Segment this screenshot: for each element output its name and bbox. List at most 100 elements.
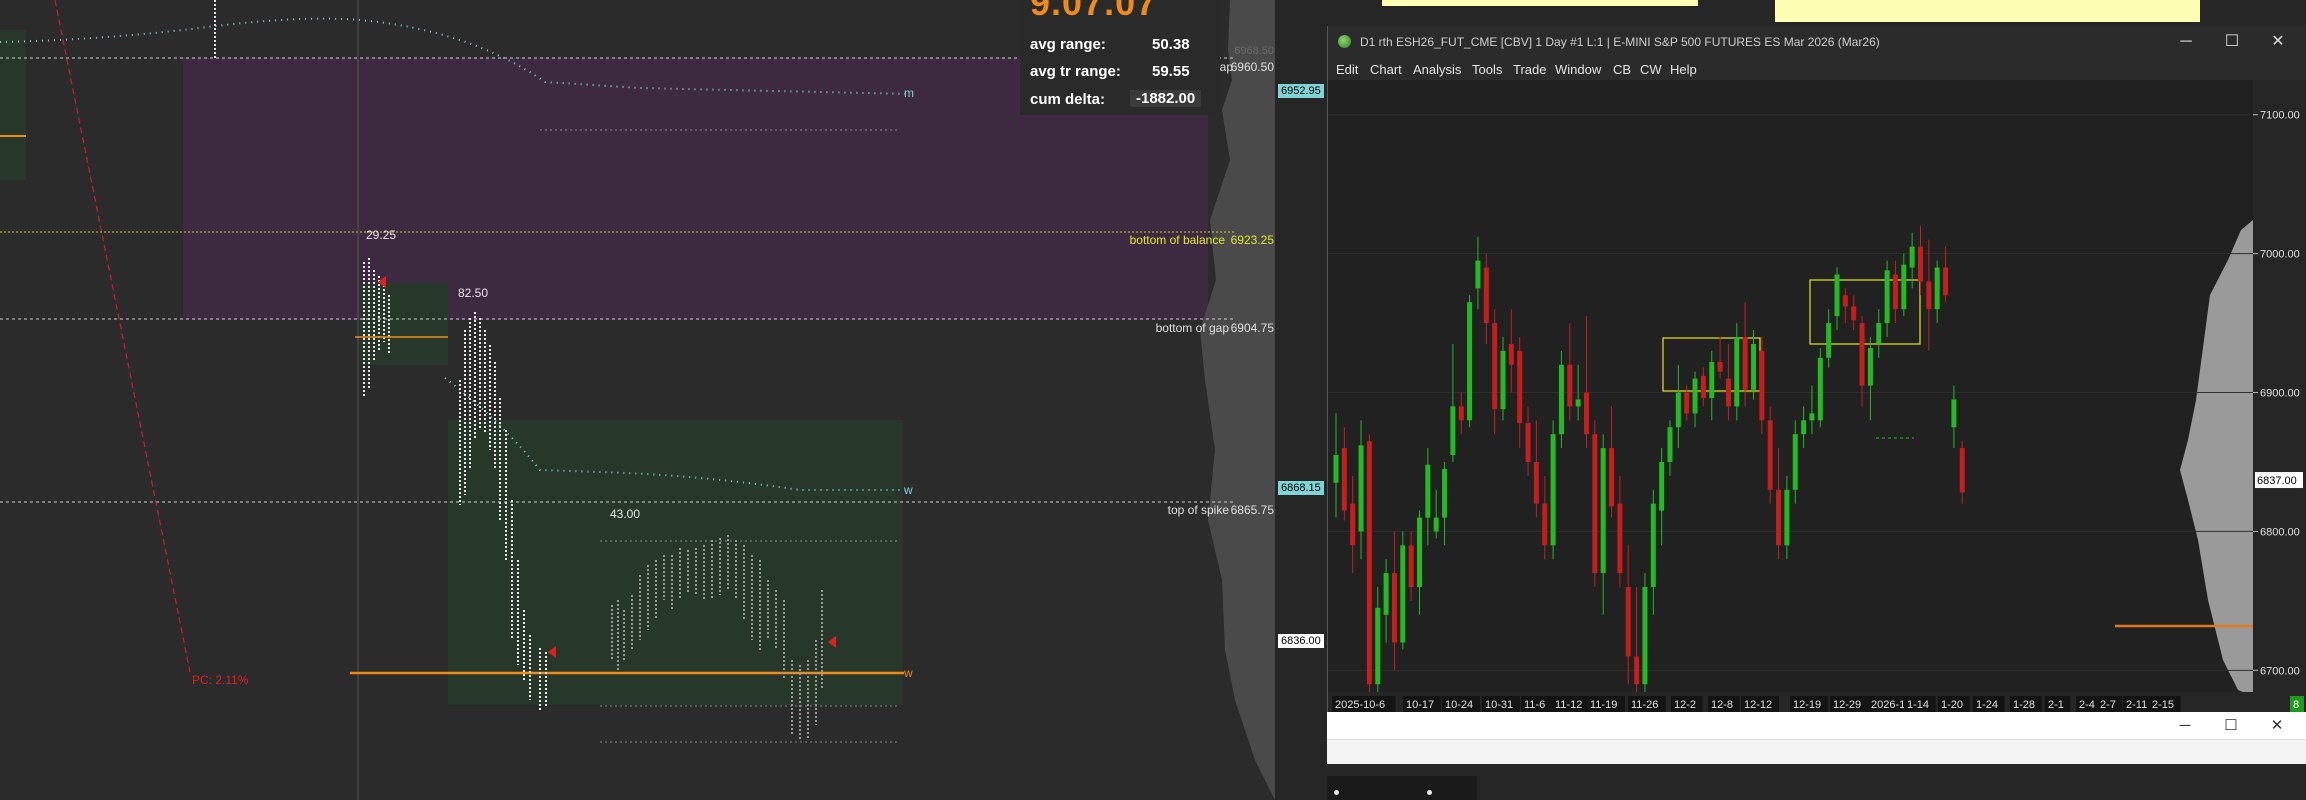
range-label-2: 82.50 <box>458 286 488 300</box>
avg-range-label: avg range: <box>1030 36 1106 53</box>
avg-tr-range-value: 59.55 <box>1152 63 1190 80</box>
y-tick-label: 7100.00 <box>2260 110 2300 122</box>
menu-cb[interactable]: CB <box>1613 62 1631 77</box>
bottom-of-balance-value: 6923.25 <box>1231 233 1275 247</box>
candle-body <box>1684 392 1690 414</box>
candle-body <box>1901 264 1907 310</box>
candle-body <box>1959 448 1965 493</box>
menu-chart[interactable]: Chart <box>1370 62 1402 77</box>
candle-body <box>1909 246 1915 268</box>
candle-body <box>1943 267 1949 296</box>
secondary-maximize-button[interactable]: ☐ <box>2211 714 2251 738</box>
x-tick-label: 11-19 <box>1590 699 1617 711</box>
daily-chart-window[interactable]: D1 rth ESH26_FUT_CME [CBV] 1 Day #1 L:1 … <box>1327 26 2306 716</box>
menu-edit[interactable]: Edit <box>1336 62 1358 77</box>
candle-body <box>1366 441 1372 685</box>
candle-body <box>1884 270 1890 324</box>
price-tag-3: 6836.00 <box>1278 634 1324 648</box>
candle-body <box>1525 423 1531 462</box>
candle-body <box>1934 267 1940 310</box>
yellow-panel-2 <box>1775 0 2200 22</box>
menu-window[interactable]: Window <box>1555 62 1601 77</box>
range-label-1: 29.25 <box>366 228 396 242</box>
x-tick-label: 1-20 <box>1941 699 1963 711</box>
maximize-button[interactable]: ☐ <box>2212 30 2252 54</box>
window-title: D1 rth ESH26_FUT_CME [CBV] 1 Day #1 L:1 … <box>1360 35 1880 49</box>
cum-delta-value: -1882.00 <box>1130 90 1202 107</box>
top-of-spike-label: top of spike <box>1168 503 1230 517</box>
menu-bar: Edit Chart Analysis Tools Trade Window C… <box>1328 58 2306 80</box>
menu-trade[interactable]: Trade <box>1513 62 1546 77</box>
m-marker: m <box>904 86 914 100</box>
task-dot-1[interactable] <box>1334 790 1339 795</box>
candle-body <box>1742 336 1748 390</box>
menu-help[interactable]: Help <box>1670 62 1697 77</box>
candle-body <box>1801 420 1807 435</box>
candle-body <box>1584 392 1589 435</box>
menu-analysis[interactable]: Analysis <box>1413 62 1461 77</box>
menu-tools[interactable]: Tools <box>1472 62 1502 77</box>
candle-body <box>1834 274 1840 317</box>
daily-chart-svg: 7100.00 7000.00 6900.00 6800.00 6700.00 6837.… <box>1328 80 2306 716</box>
candle-body <box>1625 586 1631 657</box>
plot-background <box>1328 80 2253 716</box>
candle-body <box>1784 489 1790 546</box>
x-tick-label: 12-12 <box>1744 699 1772 711</box>
close-button[interactable]: ✕ <box>2258 30 2298 54</box>
stats-panel: 9.07.07 avg range: 50.38 avg tr range: 5… <box>1020 0 1220 115</box>
candle-body <box>1558 364 1564 435</box>
candle-body <box>1483 267 1489 324</box>
clock-partial: 9.07.07 <box>1030 0 1158 23</box>
candle-body <box>1817 357 1823 421</box>
candle-body <box>1575 399 1581 407</box>
candle-body <box>1617 503 1623 574</box>
candle-body <box>1876 323 1882 344</box>
pc-label: PC: 2.11% <box>192 673 249 687</box>
market-profile-pane[interactable]: 29.25 82.50 43.00 PC: 2.11% m w w of gap… <box>0 0 1275 800</box>
candle-body <box>1383 573 1389 615</box>
candle-body <box>1826 323 1832 358</box>
candle-body <box>1341 448 1347 511</box>
candle-body <box>1776 489 1782 546</box>
candle-body <box>1918 246 1923 282</box>
app-icon <box>1338 35 1351 48</box>
candle-body <box>1792 434 1798 490</box>
candle-body <box>1550 434 1556 546</box>
candle-body <box>1725 378 1731 407</box>
menu-cw[interactable]: CW <box>1640 62 1662 77</box>
faint-price-label: 6968.50 <box>1234 45 1274 57</box>
candle-body <box>1951 399 1957 428</box>
candle-body <box>1751 343 1756 390</box>
x-tick-label: 2-15 <box>2152 699 2174 711</box>
candle-body <box>1508 343 1514 365</box>
secondary-titlebar[interactable]: ─ ☐ ✕ <box>1327 712 2306 740</box>
candle-body <box>1759 350 1765 421</box>
x-tick-label: 2-11 <box>2126 699 2147 711</box>
candle-body <box>1458 406 1464 421</box>
candle-body <box>1734 336 1740 407</box>
candle-body <box>1700 375 1706 399</box>
x-tick-label: 10-17 <box>1406 699 1434 711</box>
candle-body <box>1417 517 1422 587</box>
x-tick-label: 12-8 <box>1711 699 1733 711</box>
candle-body <box>1892 274 1898 310</box>
secondary-window[interactable]: ─ ☐ ✕ <box>1327 712 2306 764</box>
w-marker-lower: w <box>903 666 913 680</box>
minimize-button[interactable]: ─ <box>2166 30 2206 54</box>
pc-trend-line <box>54 0 191 673</box>
x-tick-label: 10-31 <box>1485 699 1513 711</box>
daily-candlestick-chart[interactable]: 7100.00 7000.00 6900.00 6800.00 6700.00 6837.… <box>1328 80 2306 716</box>
candle-body <box>1650 503 1656 587</box>
task-dot-2[interactable] <box>1427 790 1432 795</box>
x-tick-label: 12-2 <box>1674 699 1696 711</box>
secondary-close-button[interactable]: ✕ <box>2257 714 2297 738</box>
task-strip <box>1327 776 1477 800</box>
price-tag-2: 6868.15 <box>1278 481 1324 495</box>
cum-delta-label: cum delta: <box>1030 91 1106 108</box>
secondary-minimize-button[interactable]: ─ <box>2165 714 2205 738</box>
candle-body <box>1500 350 1506 410</box>
green-zone-lower <box>448 420 903 705</box>
window-titlebar[interactable]: D1 rth ESH26_FUT_CME [CBV] 1 Day #1 L:1 … <box>1328 26 2306 58</box>
candle-body <box>1350 503 1356 546</box>
candle-body <box>1667 427 1673 462</box>
